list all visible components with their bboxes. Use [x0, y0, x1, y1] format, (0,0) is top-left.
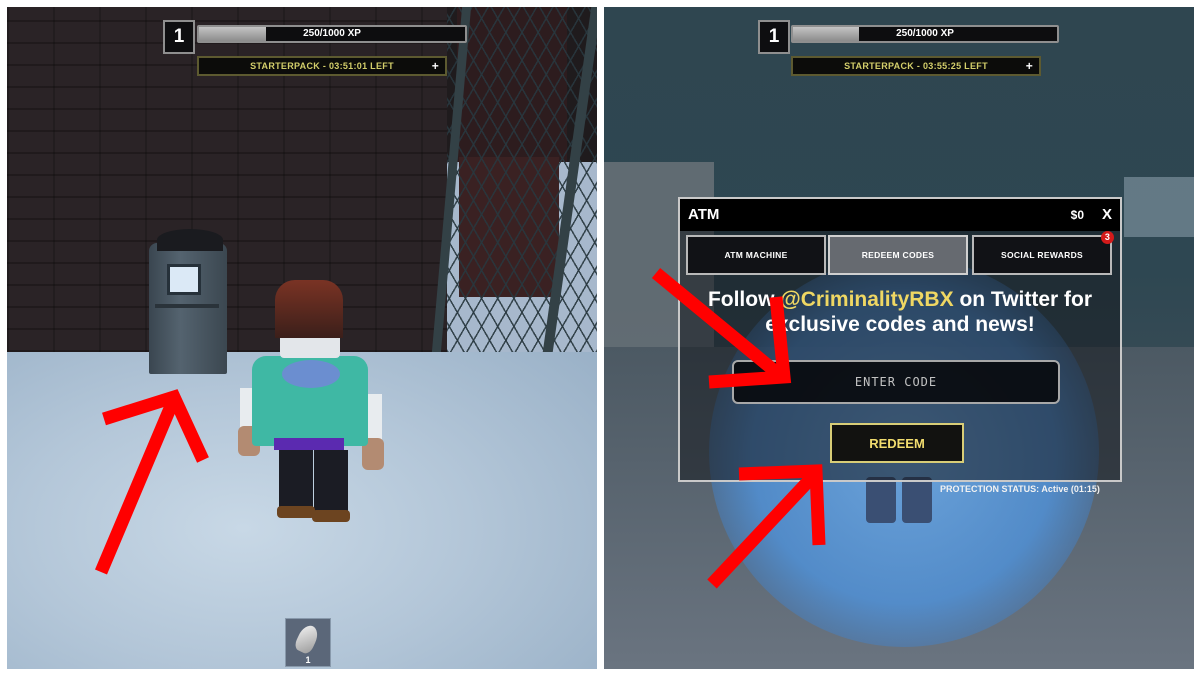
- left-panel-game-view: 1 250/1000 XP STARTERPACK - 03:51:01 LEF…: [7, 7, 597, 669]
- annotation-arrow-atm: [95, 389, 209, 575]
- arrow-icon: [95, 389, 209, 575]
- annotation-arrows: [651, 267, 826, 589]
- arrow-icon-to-input: [651, 267, 792, 389]
- right-panel-game-view: 1 250/1000 XP STARTERPACK - 03:55:25 LEF…: [604, 7, 1194, 669]
- arrow-icon-to-redeem: [707, 464, 826, 589]
